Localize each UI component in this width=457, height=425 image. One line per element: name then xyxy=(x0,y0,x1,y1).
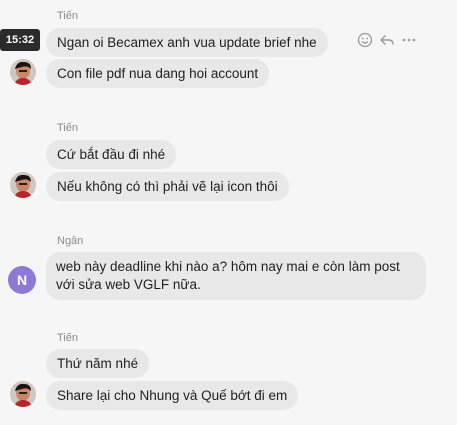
sender-name: Tiến xyxy=(57,332,78,344)
avatar[interactable]: N xyxy=(8,266,36,294)
reply-icon[interactable] xyxy=(378,31,396,49)
avatar-photo-icon xyxy=(10,172,36,198)
avatar[interactable] xyxy=(10,172,36,198)
message-timestamp: 15:32 xyxy=(0,29,40,51)
more-icon[interactable] xyxy=(400,31,418,49)
chat-thread: Tiến 15:32 Ngan oi Becamex anh vua updat… xyxy=(0,0,457,425)
message-bubble[interactable]: Con file pdf nua dang hoi account xyxy=(46,59,270,88)
avatar-photo-icon xyxy=(10,59,36,85)
message-actions xyxy=(356,31,418,49)
message-bubble[interactable]: Nếu không có thì phải vẽ lại icon thôi xyxy=(46,172,289,201)
emoji-react-icon[interactable] xyxy=(356,31,374,49)
sender-name: Ngân xyxy=(57,235,84,247)
message-bubble[interactable]: web này deadline khi nào a? hôm nay mai … xyxy=(46,252,426,300)
message-bubble[interactable]: Cứ bắt đầu đi nhé xyxy=(46,140,177,169)
message-bubble[interactable]: Ngan oi Becamex anh vua update brief nhe xyxy=(46,28,328,57)
avatar[interactable] xyxy=(10,59,36,85)
sender-name: Tiến xyxy=(57,122,78,134)
avatar-photo-icon xyxy=(10,381,36,407)
message-bubble[interactable]: Thứ năm nhé xyxy=(46,349,150,378)
sender-name: Tiến xyxy=(57,10,78,22)
avatar[interactable] xyxy=(10,381,36,407)
message-bubble[interactable]: Share lại cho Nhung và Quế bớt đi em xyxy=(46,381,299,410)
